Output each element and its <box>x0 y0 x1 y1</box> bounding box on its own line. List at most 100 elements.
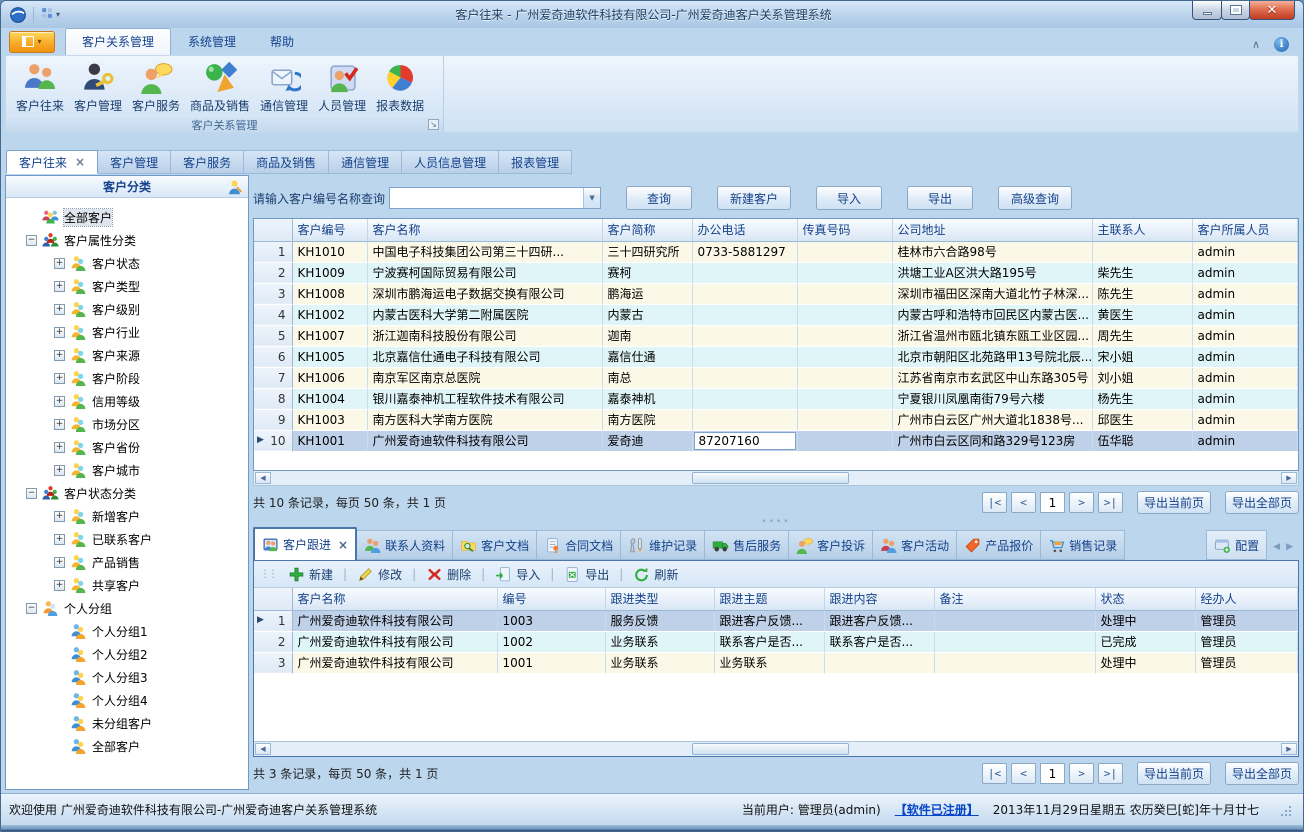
customer-row[interactable]: 6KH1005北京嘉信仕通电子科技有限公司嘉信仕通北京市朝阳区北苑路甲13号院北… <box>254 346 1298 367</box>
column-header[interactable]: 客户名称 <box>292 588 497 610</box>
quick-access-toolbar-button[interactable]: ▾ <box>40 6 60 23</box>
plus-expander-icon[interactable]: + <box>54 350 65 361</box>
first-page-button[interactable]: |< <box>982 763 1007 784</box>
ribbon-tab-system[interactable]: 系统管理 <box>171 28 253 55</box>
detail-tab-after-sales[interactable]: 售后服务 <box>705 530 789 560</box>
tree-item[interactable]: +已联系客户 <box>6 528 248 551</box>
scroll-left-icon[interactable]: ◀ <box>255 743 271 755</box>
ribbon-button-personnel[interactable]: 人员管理 <box>314 58 370 117</box>
refresh-button[interactable]: 刷新 <box>627 564 684 585</box>
close-tab-icon[interactable]: × <box>75 155 85 169</box>
export-button[interactable]: 导出 <box>907 186 973 210</box>
tree-item[interactable]: +客户行业 <box>6 321 248 344</box>
tree-item[interactable]: 个人分组3 <box>6 666 248 689</box>
tab-scroll-right-icon[interactable]: ▶ <box>1286 542 1293 552</box>
close-button[interactable]: ✕ <box>1249 1 1295 20</box>
doc-tab-personnel-info[interactable]: 人员信息管理 <box>402 150 499 174</box>
page-number-input[interactable] <box>1040 763 1065 784</box>
plus-expander-icon[interactable]: + <box>54 557 65 568</box>
plus-expander-icon[interactable]: + <box>54 419 65 430</box>
collapse-ribbon-icon[interactable]: ∧ <box>1252 38 1260 51</box>
plus-expander-icon[interactable]: + <box>54 327 65 338</box>
tree-item[interactable]: 个人分组1 <box>6 620 248 643</box>
scroll-left-icon[interactable]: ◀ <box>255 472 271 484</box>
help-info-icon[interactable]: i <box>1274 37 1289 52</box>
next-page-button[interactable]: > <box>1069 492 1094 513</box>
tree-item[interactable]: +客户状态 <box>6 252 248 275</box>
tree-item[interactable]: −个人分组 <box>6 597 248 620</box>
column-header[interactable]: 客户名称 <box>367 219 602 241</box>
import-button[interactable]: 导入 <box>489 564 546 585</box>
tree-item[interactable]: −客户状态分类 <box>6 482 248 505</box>
scrollbar-thumb[interactable] <box>692 472 849 484</box>
customer-row[interactable]: 8KH1004银川嘉泰神机工程软件技术有限公司嘉泰神机宁夏银川凤凰南街79号六楼… <box>254 388 1298 409</box>
tree-item[interactable]: −客户属性分类 <box>6 229 248 252</box>
detail-tab-complaint[interactable]: 客户投诉 <box>789 530 873 560</box>
column-header[interactable]: 客户编号 <box>292 219 367 241</box>
follow-up-row[interactable]: 3广州爱奇迪软件科技有限公司1001业务联系业务联系处理中管理员 <box>254 652 1298 673</box>
page-number-input[interactable] <box>1040 492 1065 513</box>
tree-item[interactable]: +客户类型 <box>6 275 248 298</box>
scroll-right-icon[interactable]: ▶ <box>1281 472 1297 484</box>
next-page-button[interactable]: > <box>1069 763 1094 784</box>
column-header[interactable]: 客户简称 <box>602 219 692 241</box>
plus-expander-icon[interactable]: + <box>54 534 65 545</box>
detail-table-hscrollbar[interactable]: ◀ ▶ <box>254 741 1298 756</box>
tree-item[interactable]: +客户省份 <box>6 436 248 459</box>
customer-row[interactable]: 5KH1007浙江迦南科技股份有限公司迦南浙江省温州市瓯北镇东瓯工业区园...周… <box>254 325 1298 346</box>
customer-row[interactable]: 7KH1006南京军区南京总医院南总江苏省南京市玄武区中山东路305号刘小姐ad… <box>254 367 1298 388</box>
plus-expander-icon[interactable]: + <box>54 511 65 522</box>
detail-tab-quotation[interactable]: 产品报价 <box>957 530 1041 560</box>
column-header[interactable]: 跟进类型 <box>605 588 714 610</box>
detail-tab-activity[interactable]: 客户活动 <box>873 530 957 560</box>
ribbon-button-customer-service[interactable]: 客户服务 <box>128 58 184 117</box>
tree-item[interactable]: 全部客户 <box>6 735 248 758</box>
new-button[interactable]: 新建 <box>282 564 339 585</box>
combo-dropdown-button[interactable]: ▼ <box>583 188 600 208</box>
tree-item[interactable]: +客户城市 <box>6 459 248 482</box>
detail-tab-contract-docs[interactable]: 合同文档 <box>537 530 621 560</box>
doc-tab-customer-manage[interactable]: 客户管理 <box>98 150 171 174</box>
customer-search-input[interactable] <box>390 188 583 208</box>
customer-row[interactable]: 4KH1002内蒙古医科大学第二附属医院内蒙古内蒙古呼和浩特市回民区内蒙古医..… <box>254 304 1298 325</box>
customer-row[interactable]: 2KH1009宁波赛柯国际贸易有限公司赛柯洪塘工业A区洪大路195号柴先生adm… <box>254 262 1298 283</box>
scroll-right-icon[interactable]: ▶ <box>1281 743 1297 755</box>
prev-page-button[interactable]: < <box>1011 763 1036 784</box>
column-header[interactable]: 办公电话 <box>692 219 797 241</box>
status-license-link[interactable]: 【软件已注册】 <box>895 801 979 818</box>
plus-expander-icon[interactable]: + <box>54 396 65 407</box>
advanced-query-button[interactable]: 高级查询 <box>998 186 1072 210</box>
follow-up-row[interactable]: 2广州爱奇迪软件科技有限公司1002业务联系联系客户是否...联系客户是否...… <box>254 631 1298 652</box>
column-header[interactable]: 主联系人 <box>1092 219 1192 241</box>
doc-tab-customer-contact[interactable]: 客户往来× <box>6 150 98 174</box>
import-button[interactable]: 导入 <box>816 186 882 210</box>
customer-row[interactable]: 3KH1008深圳市鹏海运电子数据交换有限公司鹏海运深圳市福田区深南大道北竹子林… <box>254 283 1298 304</box>
doc-tab-communication[interactable]: 通信管理 <box>329 150 402 174</box>
column-header[interactable]: 跟进内容 <box>824 588 934 610</box>
detail-tab-customer-docs[interactable]: 客户文档 <box>453 530 537 560</box>
export-all-pages-button[interactable]: 导出全部页 <box>1225 491 1299 514</box>
ribbon-button-report-data[interactable]: 报表数据 <box>372 58 428 117</box>
resize-grip-icon[interactable] <box>1279 804 1291 816</box>
ribbon-button-customer-contact[interactable]: 客户往来 <box>12 58 68 117</box>
close-tab-icon[interactable]: × <box>338 538 348 552</box>
minus-expander-icon[interactable]: − <box>26 603 37 614</box>
detail-tab-follow-up[interactable]: 客户跟进× <box>253 527 357 560</box>
column-header[interactable]: 备注 <box>934 588 1095 610</box>
plus-expander-icon[interactable]: + <box>54 304 65 315</box>
export-button[interactable]: 导出 <box>558 564 615 585</box>
tree-item[interactable]: 个人分组4 <box>6 689 248 712</box>
tree-item[interactable]: +产品销售 <box>6 551 248 574</box>
plus-expander-icon[interactable]: + <box>54 465 65 476</box>
tree-item[interactable]: +客户级别 <box>6 298 248 321</box>
last-page-button[interactable]: >| <box>1098 492 1123 513</box>
tab-scroll-left-icon[interactable]: ◀ <box>1273 542 1280 552</box>
tree-item[interactable]: +客户阶段 <box>6 367 248 390</box>
minus-expander-icon[interactable]: − <box>26 488 37 499</box>
ribbon-button-customer-manage[interactable]: 客户管理 <box>70 58 126 117</box>
ribbon-button-communication[interactable]: 通信管理 <box>256 58 312 117</box>
customer-row[interactable]: 9KH1003南方医科大学南方医院南方医院广州市白云区广州大道北1838号...… <box>254 409 1298 430</box>
tree-item[interactable]: 个人分组2 <box>6 643 248 666</box>
dialog-launcher-icon[interactable]: ↘ <box>428 119 439 130</box>
maximize-button[interactable] <box>1221 1 1250 20</box>
